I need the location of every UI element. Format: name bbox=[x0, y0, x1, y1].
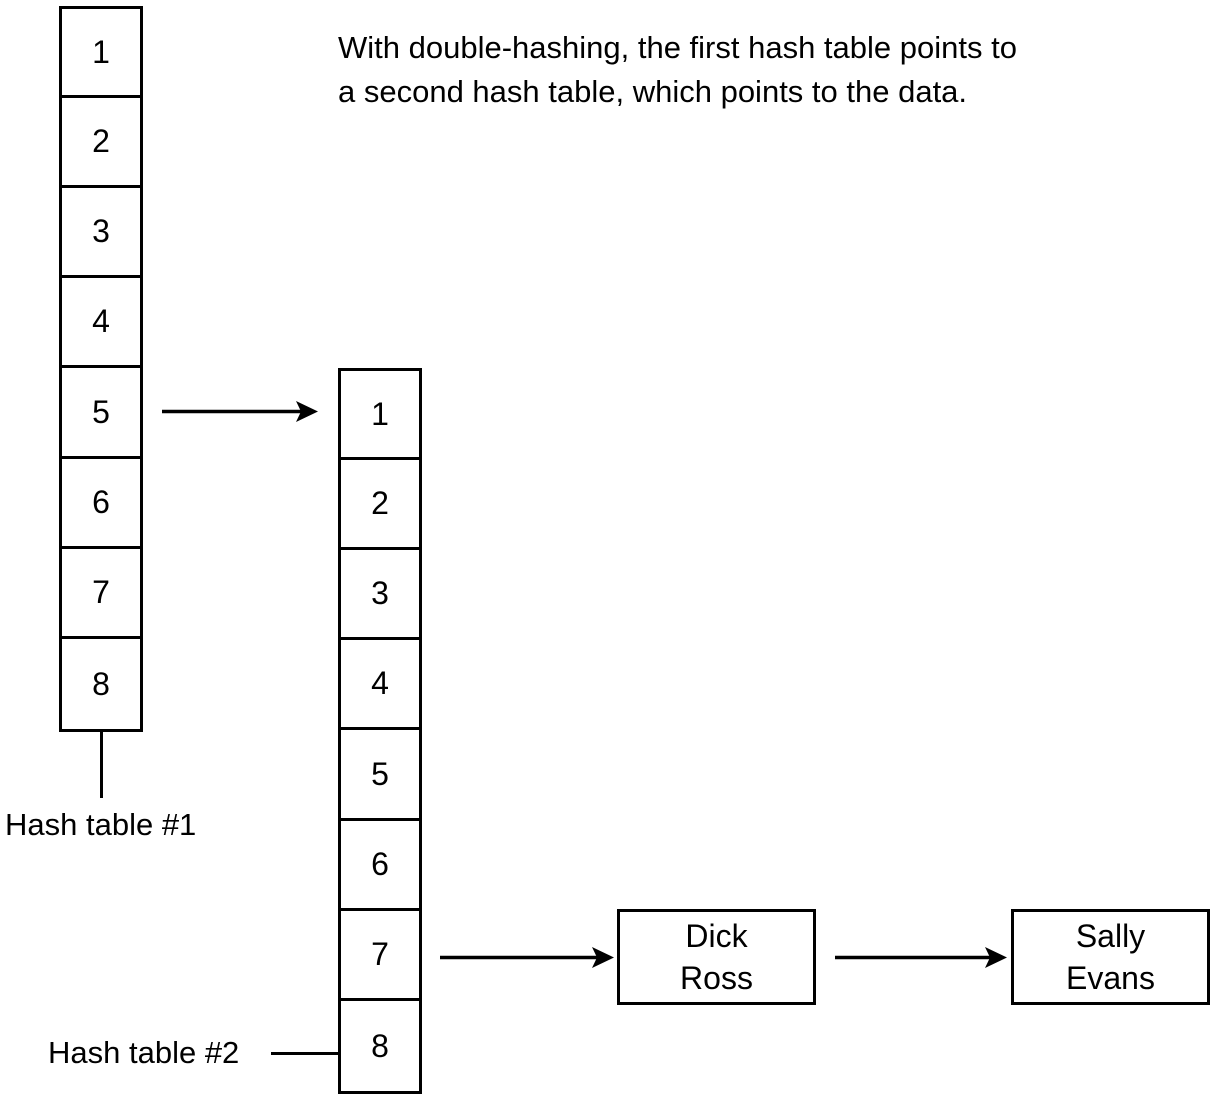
record-name-first-line: Sally bbox=[1075, 918, 1146, 954]
cell-label: 6 bbox=[92, 484, 110, 520]
hash-table-2-cell-7[interactable]: 7 bbox=[341, 911, 419, 1001]
hash-table-2-cell-8[interactable]: 8 bbox=[341, 1001, 419, 1091]
hash-table-1-leader-line bbox=[100, 730, 103, 798]
cell-label: 3 bbox=[371, 575, 389, 611]
cell-label: 5 bbox=[371, 755, 389, 792]
hash-table-2-cell-4[interactable]: 4 bbox=[341, 640, 419, 730]
hash-table-2-cell-1[interactable]: 1 bbox=[341, 371, 419, 460]
hash-table-1-cell-1[interactable]: 1 bbox=[62, 9, 140, 98]
record-name-first-line: Dick bbox=[685, 918, 748, 954]
arrow-table2-to-record-1 bbox=[438, 944, 618, 971]
hash-table-2-cell-6[interactable]: 6 bbox=[341, 821, 419, 911]
cell-label: 4 bbox=[371, 665, 389, 701]
cell-label: 1 bbox=[92, 33, 110, 70]
hash-table-1-cell-3[interactable]: 3 bbox=[62, 188, 140, 278]
caption-text: With double-hashing, the first hash tabl… bbox=[338, 30, 1017, 109]
hash-table-2-cell-2[interactable]: 2 bbox=[341, 460, 419, 550]
hash-table-2-cell-5[interactable]: 5 bbox=[341, 730, 419, 821]
cell-label: 7 bbox=[92, 574, 110, 610]
hash-table-1-label: Hash table #1 bbox=[5, 807, 197, 842]
record-name-second-line: Evans bbox=[1066, 960, 1155, 996]
hash-table-1-cell-2[interactable]: 2 bbox=[62, 98, 140, 188]
hash-table-1-cell-8[interactable]: 8 bbox=[62, 639, 140, 729]
record-name-second-line: Ross bbox=[680, 960, 753, 996]
hash-table-2-leader-line bbox=[271, 1052, 341, 1055]
hash-table-1-cell-4[interactable]: 4 bbox=[62, 278, 140, 368]
cell-label: 7 bbox=[371, 936, 389, 972]
cell-label: 2 bbox=[92, 123, 110, 159]
hash-table-1-cell-5[interactable]: 5 bbox=[62, 368, 140, 459]
arrow-table1-to-table2 bbox=[160, 398, 322, 425]
hash-table-1: 1 2 3 4 5 6 7 8 bbox=[59, 6, 143, 732]
record-box-dick-ross[interactable]: Dick Ross bbox=[617, 909, 816, 1005]
cell-label: 2 bbox=[371, 485, 389, 521]
cell-label: 8 bbox=[92, 665, 110, 702]
cell-label: 3 bbox=[92, 213, 110, 249]
hash-table-1-cell-7[interactable]: 7 bbox=[62, 549, 140, 639]
cell-label: 1 bbox=[371, 395, 389, 432]
cell-label: 8 bbox=[371, 1027, 389, 1064]
cell-label: 4 bbox=[92, 303, 110, 339]
hash-table-2: 1 2 3 4 5 6 7 8 bbox=[338, 368, 422, 1094]
hash-table-2-label: Hash table #2 bbox=[48, 1035, 240, 1070]
cell-label: 6 bbox=[371, 846, 389, 882]
hash-table-2-cell-3[interactable]: 3 bbox=[341, 550, 419, 640]
hash-table-1-cell-6[interactable]: 6 bbox=[62, 459, 140, 549]
arrow-record-1-to-record-2 bbox=[833, 944, 1011, 971]
diagram-canvas: With double-hashing, the first hash tabl… bbox=[0, 0, 1210, 1095]
cell-label: 5 bbox=[92, 393, 110, 430]
record-box-sally-evans[interactable]: Sally Evans bbox=[1011, 909, 1210, 1005]
